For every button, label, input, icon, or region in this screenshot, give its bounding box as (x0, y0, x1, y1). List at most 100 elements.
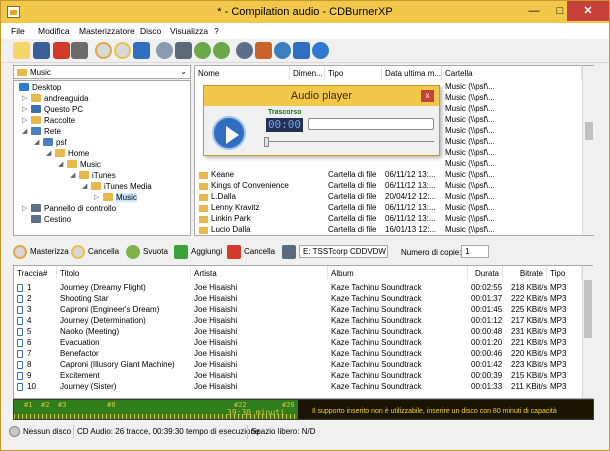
audio-player-close-button[interactable]: x (421, 90, 434, 102)
folder-icon (199, 205, 208, 212)
print-icon[interactable] (71, 42, 88, 59)
col-durata[interactable]: Durata (468, 266, 503, 279)
new-icon[interactable] (13, 42, 30, 59)
col-titolo[interactable]: Titolo (57, 266, 191, 279)
track-list-scrollbar[interactable] (582, 266, 593, 398)
copies-stepper[interactable]: 1 (461, 245, 489, 258)
tree-item-psf[interactable]: ◢ psf (34, 138, 67, 147)
file-row[interactable]: Lucio Dalla Cartella di file 16/01/13 12:.… (195, 225, 582, 234)
col-album[interactable]: Album (328, 266, 468, 279)
col-data[interactable]: Data ultima m... (382, 66, 442, 80)
track-row[interactable]: 8 Caproni (Illusory Giant Machine) Joe His… (14, 360, 582, 371)
col-tipo[interactable]: Tipo (547, 266, 582, 279)
tree-item-itunes-media[interactable]: ◢ iTunes Media (82, 182, 152, 191)
aggiungi-button[interactable]: Aggiungi (174, 244, 224, 260)
track-marker: #8 (107, 401, 116, 409)
forward-icon[interactable] (213, 42, 230, 59)
scrollbar-thumb[interactable] (585, 122, 593, 140)
file-list-scrollbar[interactable] (582, 66, 594, 235)
audio-file-icon (17, 284, 23, 292)
tree-item-cestino[interactable]: Cestino (31, 215, 71, 224)
scrollbar-thumb[interactable] (584, 280, 592, 338)
burn-disc-icon[interactable] (114, 42, 131, 59)
menu-modifica[interactable]: Modifica (38, 26, 70, 36)
tree-item-raccolte[interactable]: ▷ Raccolte (22, 116, 75, 125)
tree-item-desktop[interactable]: Desktop (19, 83, 61, 92)
folder-icon (199, 216, 208, 223)
menu-visualizza[interactable]: Visualizza (170, 26, 208, 36)
tree-item-rete[interactable]: ◢ Rete (22, 127, 61, 136)
tree-item-home[interactable]: ◢ Home (46, 149, 89, 158)
burn-icon[interactable] (95, 42, 112, 59)
network-icon (43, 138, 53, 146)
update-icon[interactable] (274, 42, 291, 59)
col-dimensione[interactable]: Dimen... (290, 66, 325, 80)
copies-label: Numero di copie: (401, 248, 462, 257)
file-row[interactable]: Music (\\psf\... (195, 159, 582, 170)
info-icon[interactable] (312, 42, 329, 59)
folder-tree: Desktop ▷ andreaguida ▷ Questo PC ▷ Raccolt… (13, 80, 191, 236)
menu-help[interactable]: ? (214, 26, 219, 36)
audio-player-titlebar[interactable]: Audio player x (204, 86, 439, 106)
track-row[interactable]: 6 Evacuation Joe Hisaishi Kaze Tachinu Soun… (14, 338, 582, 349)
file-row[interactable]: Linkin Park Cartella di file 06/11/12 13:.… (195, 214, 582, 225)
tree-item-music-selected[interactable]: ▷ Music (94, 193, 137, 202)
close-button[interactable]: ✕ (567, 1, 609, 21)
burn-icon (13, 245, 27, 259)
drive-select[interactable]: E: TSSTcorp CDDVDW (299, 245, 388, 258)
title-bar[interactable]: * - Compilation audio - CDBurnerXP — □ ✕ (1, 1, 609, 23)
tree-item-questo-pc[interactable]: ▷ Questo PC (22, 105, 83, 114)
file-row[interactable]: Keane Cartella di file 06/11/12 13:... Musi… (195, 170, 582, 181)
menu-file[interactable]: File (11, 26, 25, 36)
capacity-message: Il supporto inserito non è utilizzabile,… (312, 408, 557, 415)
col-nome[interactable]: Nome (195, 66, 290, 80)
tree-item-music[interactable]: ◢ Music (58, 160, 101, 169)
masterizza-button[interactable]: Masterizza (13, 244, 69, 260)
folder-selector[interactable]: Music ⌄ (13, 65, 191, 79)
play-icon[interactable] (212, 116, 246, 150)
help-icon[interactable] (293, 42, 310, 59)
col-cartella[interactable]: Cartella (442, 66, 582, 80)
audio-player-title: Audio player (290, 90, 353, 102)
folder-icon (31, 116, 41, 124)
tools-icon[interactable] (255, 42, 272, 59)
track-row[interactable]: 7 Benefactor Joe Hisaishi Kaze Tachinu Soun… (14, 349, 582, 360)
cancella-burn-button[interactable]: Cancella (71, 244, 121, 260)
file-row[interactable]: L.Dalla Cartella di file 20/04/12 12:... Mu… (195, 192, 582, 203)
col-bitrate[interactable]: Bitrate (503, 266, 547, 279)
tree-item-andreaguida[interactable]: ▷ andreaguida (22, 94, 88, 103)
track-row[interactable]: 3 Caproni (Engineer's Dream) Joe Hisaishi K… (14, 305, 582, 316)
track-row[interactable]: 1 Journey (Dreamy Flight) Joe Hisaishi Kaze… (14, 283, 582, 294)
chevron-down-icon[interactable]: ⌄ (180, 67, 187, 76)
file-row[interactable]: Kings of Convenience Cartella di file 06/1… (195, 181, 582, 192)
disc-info-icon[interactable] (156, 42, 173, 59)
file-row[interactable]: Lenny Kravitz Cartella di file 06/11/12 13… (195, 203, 582, 214)
seek-slider[interactable] (268, 141, 434, 147)
svuota-button[interactable]: Svuota (126, 244, 171, 260)
track-row[interactable]: 5 Naoko (Meeting) Joe Hisaishi Kaze Tachinu… (14, 327, 582, 338)
settings-icon[interactable] (236, 42, 253, 59)
tree-item-pannello[interactable]: ▷ Pannello di controllo (22, 204, 116, 213)
folder-icon (79, 171, 89, 179)
folder-icon (199, 183, 208, 190)
minimize-button[interactable]: — (521, 1, 547, 21)
seek-slider-handle[interactable] (264, 137, 269, 147)
col-traccia[interactable]: Traccia# (17, 266, 57, 279)
menu-disco[interactable]: Disco (140, 26, 161, 36)
elapsed-time: 00:00 (266, 118, 303, 132)
eject-icon[interactable] (175, 42, 192, 59)
tree-item-itunes[interactable]: ◢ iTunes (70, 171, 116, 180)
back-icon[interactable] (194, 42, 211, 59)
menu-bar: File Modifica Masterizzatore Disco Visua… (1, 23, 609, 39)
col-artista[interactable]: Artista (191, 266, 328, 279)
delete-icon[interactable] (53, 42, 70, 59)
track-row[interactable]: 10 Journey (Sister) Joe Hisaishi Kaze Tachi… (14, 382, 582, 393)
col-tipo[interactable]: Tipo (325, 66, 382, 80)
stop-icon[interactable] (133, 42, 150, 59)
save-icon[interactable] (33, 42, 50, 59)
track-row[interactable]: 4 Journey (Determination) Joe Hisaishi Kaze… (14, 316, 582, 327)
menu-masterizzatore[interactable]: Masterizzatore (79, 26, 135, 36)
track-row[interactable]: 9 Excitement Joe Hisaishi Kaze Tachinu Soun… (14, 371, 582, 382)
cancella-remove-button[interactable]: Cancella (227, 244, 275, 260)
track-row[interactable]: 2 Shooting Star Joe Hisaishi Kaze Tachinu S… (14, 294, 582, 305)
